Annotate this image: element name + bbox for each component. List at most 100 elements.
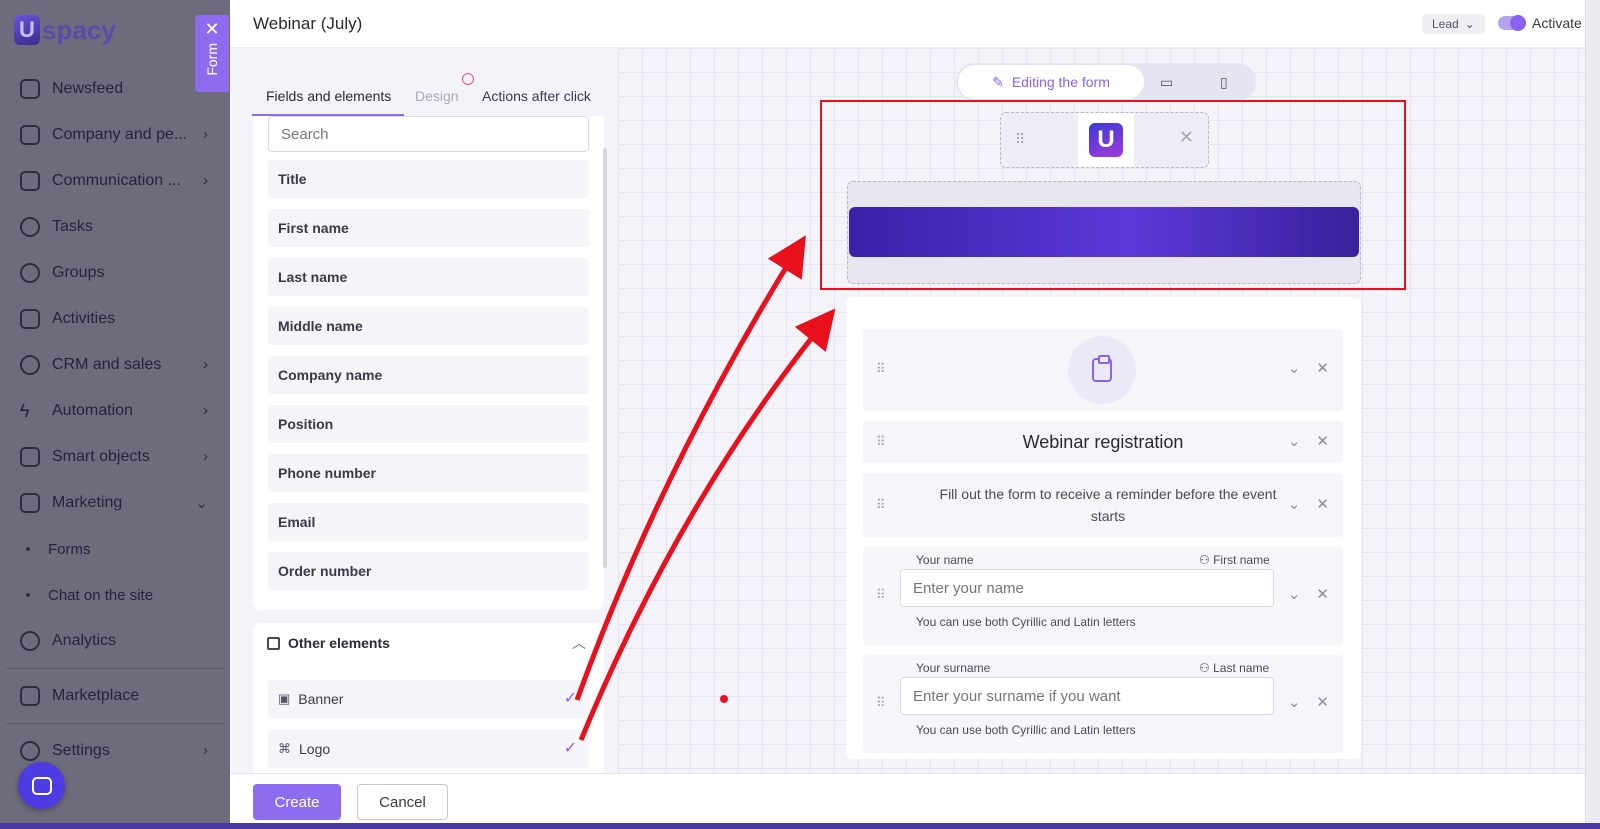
sidebar-subitem-chat[interactable]: Chat on the site <box>0 572 230 618</box>
element-item-logo[interactable]: ⌘ Logo ✓ <box>268 730 589 768</box>
other-elements-title: Other elements <box>288 635 390 651</box>
mode-editing-button[interactable]: ✎ Editing the form <box>958 65 1144 99</box>
chat-icon <box>20 171 40 191</box>
tab-actions-after-click[interactable]: Actions after click <box>482 76 591 116</box>
drag-handle-icon[interactable]: ⠿ <box>876 695 886 711</box>
frame-icon <box>267 636 280 650</box>
field-item-title[interactable]: Title <box>268 160 589 198</box>
panel-footer: Create Cancel <box>230 773 1585 829</box>
close-icon[interactable]: ✕ <box>204 19 219 39</box>
brand-mark: U <box>14 15 40 45</box>
entity-select[interactable]: Lead ⌄ <box>1422 14 1485 34</box>
mobile-icon[interactable]: ▯ <box>1220 74 1228 91</box>
checkmark-icon: ✓ <box>563 690 577 707</box>
drag-handle-icon[interactable]: ⠿ <box>876 587 886 603</box>
tab-design[interactable]: Design <box>415 76 459 116</box>
fields-scrollbar[interactable] <box>603 148 607 568</box>
surname-input[interactable] <box>900 677 1274 715</box>
chevron-down-icon: ⌄ <box>195 495 208 512</box>
cancel-button[interactable]: Cancel <box>357 784 448 820</box>
form-field-name-row[interactable]: ⠿ Your name ⚇ First name You can use bot… <box>863 547 1343 645</box>
chevron-down-icon[interactable]: ⌄ <box>1288 585 1301 603</box>
sidebar-item-label: Smart objects <box>52 448 150 465</box>
row-controls: ⌄ ✕ <box>1288 693 1329 711</box>
field-item-position[interactable]: Position <box>268 405 589 443</box>
name-input[interactable] <box>900 569 1274 607</box>
sidebar-item-marketing[interactable]: Marketing ⌄ <box>0 480 230 526</box>
building-icon <box>20 125 40 145</box>
form-description-row[interactable]: ⠿ Fill out the form to receive a reminde… <box>863 473 1343 537</box>
sidebar-item-label: Analytics <box>52 632 117 649</box>
close-icon[interactable]: ✕ <box>1316 585 1329 603</box>
sidebar-item-communication[interactable]: Communication ... › <box>0 158 230 204</box>
field-item-email[interactable]: Email <box>268 503 589 541</box>
close-icon[interactable]: ✕ <box>1316 432 1329 450</box>
close-icon[interactable]: ✕ <box>1316 693 1329 711</box>
sidebar-item-crm[interactable]: CRM and sales › <box>0 342 230 388</box>
row-controls: ⌄ ✕ <box>1288 495 1329 513</box>
database-icon <box>20 355 40 375</box>
field-item-first-name[interactable]: First name <box>268 209 589 247</box>
panel-scrollbar[interactable] <box>1585 0 1600 829</box>
sidebar-item-activities[interactable]: Activities <box>0 296 230 342</box>
field-mapping: ⚇ Last name <box>1199 661 1269 675</box>
field-item-phone-number[interactable]: Phone number <box>268 454 589 492</box>
sidebar-item-automation[interactable]: ϟ Automation › <box>0 388 230 434</box>
sidebar-item-smart-objects[interactable]: Smart objects › <box>0 434 230 480</box>
form-field-surname-row[interactable]: ⠿ Your surname ⚇ Last name You can use b… <box>863 655 1343 753</box>
field-item-middle-name[interactable]: Middle name <box>268 307 589 345</box>
field-item-company-name[interactable]: Company name <box>268 356 589 394</box>
close-icon[interactable]: ✕ <box>1316 495 1329 513</box>
form-title-row[interactable]: ⠿ Webinar registration ⌄ ✕ <box>863 421 1343 463</box>
laptop-icon[interactable]: ▭ <box>1160 74 1173 91</box>
form-side-tab[interactable]: ✕ Form <box>195 15 229 92</box>
sidebar-item-analytics[interactable]: Analytics <box>0 618 230 664</box>
element-item-banner[interactable]: ▣ Banner ✓ <box>268 680 589 718</box>
sidebar-subitem-forms[interactable]: Forms <box>0 526 230 572</box>
chevron-down-icon[interactable]: ⌄ <box>1288 693 1301 711</box>
edit-icon: ✎ <box>992 73 1004 90</box>
chevron-down-icon[interactable]: ⌄ <box>1288 432 1301 450</box>
brand-logo[interactable]: U spacy <box>14 14 116 46</box>
calendar-icon <box>20 309 40 329</box>
support-chat-button[interactable] <box>18 762 65 809</box>
chevron-right-icon: › <box>203 172 208 189</box>
divider <box>6 668 224 669</box>
tab-fields-and-elements[interactable]: Fields and elements <box>252 76 404 116</box>
fields-search-input[interactable] <box>268 116 589 152</box>
home-icon <box>20 79 40 99</box>
chevron-down-icon[interactable]: ⌄ <box>1288 495 1301 513</box>
field-mapping: ⚇ First name <box>1199 553 1270 567</box>
sidebar-item-label: Newsfeed <box>52 80 124 97</box>
drag-handle-icon[interactable]: ⠿ <box>876 497 886 513</box>
chart-icon <box>20 631 40 651</box>
chevron-up-icon[interactable]: ︿ <box>572 633 586 653</box>
field-item-order-number[interactable]: Order number <box>268 552 589 590</box>
sidebar-item-label: Activities <box>52 310 116 327</box>
image-icon: ▣ <box>278 691 291 706</box>
sidebar-item-label: Communication ... <box>52 172 181 189</box>
mode-editing-label: Editing the form <box>1011 74 1110 90</box>
sidebar-item-label: Groups <box>52 264 105 281</box>
sidebar-item-tasks[interactable]: Tasks <box>0 204 230 250</box>
sidebar-item-groups[interactable]: Groups <box>0 250 230 296</box>
field-label: Your name <box>916 553 974 567</box>
field-item-last-name[interactable]: Last name <box>268 258 589 296</box>
form-icon-row[interactable]: ⠿ ⌄ ✕ <box>863 329 1343 411</box>
drag-handle-icon[interactable]: ⠿ <box>876 361 886 377</box>
field-label: Your surname <box>916 661 991 675</box>
timer-badge-icon <box>462 73 474 85</box>
sidebar: U spacy Newsfeed Company and pe... › Comm… <box>0 0 230 829</box>
other-elements-header[interactable]: Other elements <box>267 635 390 651</box>
sidebar-item-company[interactable]: Company and pe... › <box>0 112 230 158</box>
bullet-icon <box>26 593 30 597</box>
sidebar-item-marketplace[interactable]: Marketplace <box>0 673 230 719</box>
megaphone-icon <box>20 493 40 513</box>
create-button[interactable]: Create <box>253 784 341 820</box>
row-controls: ⌄ ✕ <box>1288 585 1329 603</box>
activate-toggle[interactable] <box>1498 15 1526 31</box>
field-hint: You can use both Cyrillic and Latin lett… <box>916 615 1136 629</box>
form-preview-card: ⠿ ⌄ ✕ ⠿ Webinar registration ⌄ ✕ ⠿ Fill ou… <box>846 297 1361 759</box>
chevron-down-icon[interactable]: ⌄ <box>1288 359 1301 377</box>
close-icon[interactable]: ✕ <box>1316 359 1329 377</box>
